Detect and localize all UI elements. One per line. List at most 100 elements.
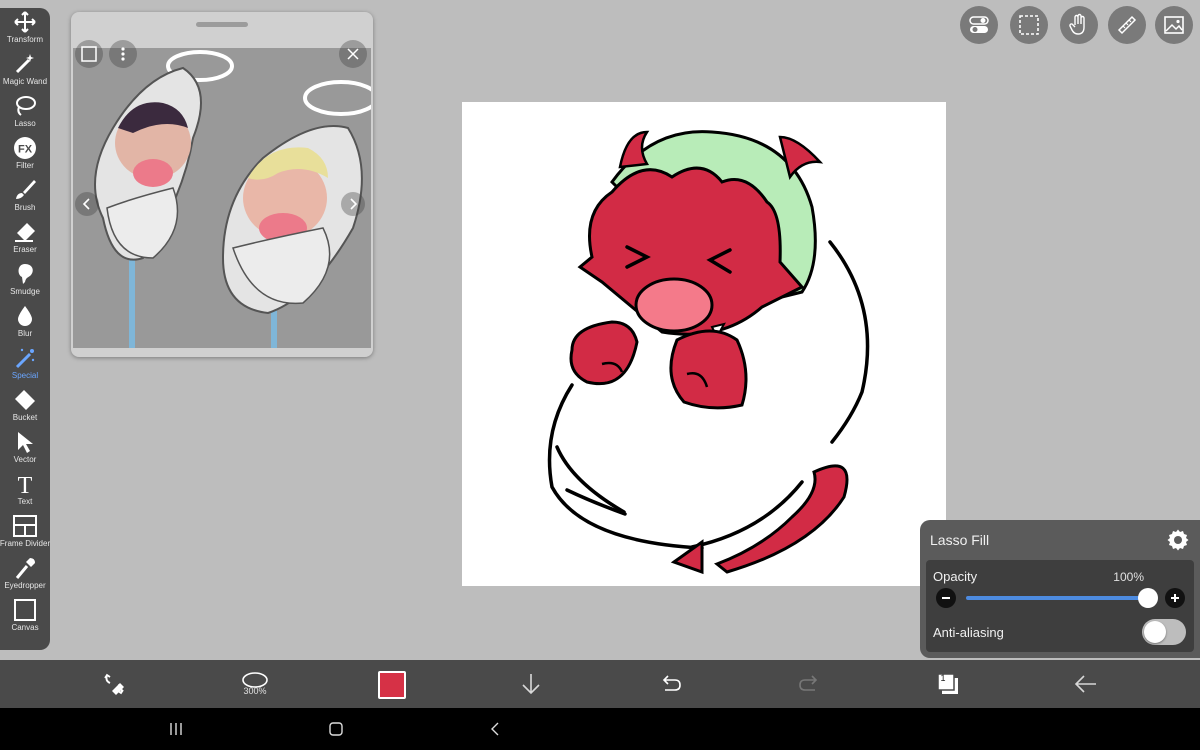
- opacity-slider-track[interactable]: [966, 596, 1156, 600]
- drag-handle[interactable]: [196, 22, 248, 27]
- reference-window[interactable]: [71, 12, 373, 357]
- tool-eraser[interactable]: Eraser: [0, 218, 50, 260]
- ref-close-button[interactable]: [339, 40, 367, 68]
- tool-special[interactable]: Special: [0, 344, 50, 386]
- settings-toggle-button[interactable]: [960, 6, 998, 44]
- redo-button[interactable]: [794, 668, 826, 700]
- tool-label: Bucket: [12, 413, 38, 422]
- undo-icon: [662, 675, 681, 691]
- tool-filter[interactable]: FX Filter: [0, 134, 50, 176]
- panel-body: Opacity 100% Anti-aliasing: [926, 560, 1194, 652]
- smudge-icon: [18, 264, 33, 284]
- tool-text[interactable]: T Text: [0, 470, 50, 512]
- blur-drop-icon: [18, 306, 32, 326]
- tool-sidebar: Transform Magic Wand Lasso FX Filter Bru…: [0, 8, 50, 650]
- vector-arrow-icon: [18, 432, 33, 453]
- fx-icon: FX: [14, 137, 36, 159]
- chevron-left-icon: [491, 722, 499, 736]
- gear-icon[interactable]: [1166, 528, 1190, 552]
- tool-smudge[interactable]: Smudge: [0, 260, 50, 302]
- selection-icon: [1019, 15, 1039, 35]
- plus-icon: [1171, 594, 1179, 602]
- chevron-left-icon: [82, 198, 90, 210]
- swap-colors-button[interactable]: [98, 668, 130, 700]
- arrow-left-icon: [1074, 675, 1096, 693]
- undo-button[interactable]: [654, 668, 686, 700]
- swap-icon: [104, 673, 124, 695]
- tool-magic-wand[interactable]: Magic Wand: [0, 50, 50, 92]
- lasso-icon: [16, 96, 36, 116]
- tool-bucket[interactable]: Bucket: [0, 386, 50, 428]
- layer-count: 1: [940, 673, 946, 683]
- anti-aliasing-label: Anti-aliasing: [933, 625, 1004, 640]
- tool-eyedropper[interactable]: Eyedropper: [0, 554, 50, 596]
- home-button[interactable]: [324, 718, 348, 740]
- magic-wand-icon: [15, 54, 34, 74]
- tool-label: Blur: [17, 329, 33, 338]
- hand-icon: [1069, 13, 1085, 35]
- bucket-icon: [15, 390, 35, 410]
- tool-label: Eyedropper: [4, 581, 46, 590]
- text-icon: T: [18, 473, 33, 496]
- ref-next-button[interactable]: [341, 192, 365, 216]
- toggle-knob: [1144, 621, 1166, 643]
- hand-button[interactable]: [1060, 6, 1098, 44]
- more-vertical-icon: [121, 47, 125, 61]
- back-button[interactable]: [1070, 668, 1102, 700]
- tool-frame-divider[interactable]: Frame Divider: [0, 512, 50, 554]
- reference-image: [73, 48, 371, 348]
- bottom-toolbar: 300% 1: [0, 660, 1200, 708]
- opacity-decrease-button[interactable]: [936, 588, 956, 608]
- ref-prev-button[interactable]: [75, 192, 99, 216]
- panel-title: Lasso Fill: [930, 532, 990, 548]
- opacity-label: Opacity: [933, 569, 978, 584]
- system-nav-bar: [0, 708, 1200, 750]
- minus-icon: [942, 597, 950, 599]
- fx-glyph: FX: [18, 144, 33, 156]
- ruler-button[interactable]: [1108, 6, 1146, 44]
- opacity-value: 100%: [1113, 570, 1144, 584]
- tool-canvas[interactable]: Canvas: [0, 596, 50, 638]
- download-button[interactable]: [515, 668, 547, 700]
- drawing-canvas[interactable]: [462, 102, 946, 586]
- arrow-down-icon: [522, 674, 540, 695]
- anti-aliasing-toggle[interactable]: [1142, 619, 1186, 645]
- tool-label: Canvas: [11, 623, 39, 632]
- image-button[interactable]: [1155, 6, 1193, 44]
- opacity-slider-thumb[interactable]: [1138, 588, 1158, 608]
- brush-size-button[interactable]: 300%: [238, 672, 272, 698]
- tool-vector[interactable]: Vector: [0, 428, 50, 470]
- devil-drawing: [547, 130, 870, 575]
- toggle-icon: [969, 16, 989, 33]
- brush-size-text: 300%: [243, 686, 267, 696]
- tool-lasso[interactable]: Lasso: [0, 92, 50, 134]
- tool-label: Special: [11, 371, 39, 380]
- layers-button[interactable]: 1: [932, 668, 964, 700]
- tool-label: Filter: [16, 161, 34, 170]
- recent-apps-button[interactable]: [164, 718, 188, 740]
- tool-label: Transform: [6, 35, 44, 44]
- opacity-increase-button[interactable]: [1165, 588, 1185, 608]
- close-icon: [347, 48, 359, 60]
- tool-label: Lasso: [14, 119, 36, 128]
- selection-button[interactable]: [1010, 6, 1048, 44]
- lasso-fill-panel: Lasso Fill Opacity 100% Anti-aliasing: [920, 520, 1200, 658]
- tool-brush[interactable]: Brush: [0, 176, 50, 218]
- ref-menu-button[interactable]: [109, 40, 137, 68]
- frame-divider-icon: [13, 515, 37, 537]
- tool-label: Frame Divider: [0, 539, 51, 548]
- canvas-icon: [14, 599, 36, 621]
- system-back-button[interactable]: [484, 718, 508, 740]
- brush-icon: [16, 180, 36, 199]
- ref-crop-button[interactable]: [75, 40, 103, 68]
- tool-blur[interactable]: Blur: [0, 302, 50, 344]
- tool-transform[interactable]: Transform: [0, 8, 50, 50]
- tool-label: Eraser: [13, 245, 37, 254]
- eyedropper-icon: [15, 558, 35, 579]
- crop-square-icon: [81, 46, 97, 62]
- tool-label: Vector: [13, 455, 37, 464]
- color-swatch[interactable]: [378, 671, 406, 699]
- transform-icon: [14, 11, 36, 33]
- eraser-icon: [15, 223, 35, 242]
- tool-label: Text: [17, 497, 33, 506]
